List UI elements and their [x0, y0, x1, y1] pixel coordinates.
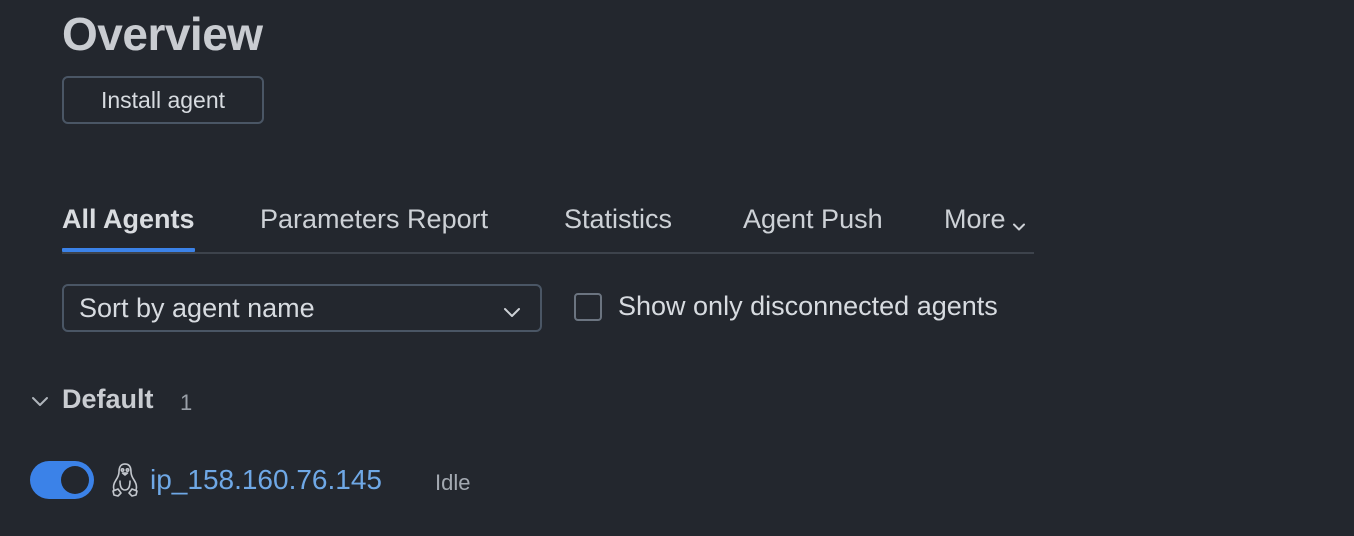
toggle-knob [61, 466, 89, 494]
tab-label: Statistics [564, 204, 673, 234]
sort-dropdown[interactable]: Sort by agent name [62, 284, 542, 332]
group-name: Default [62, 384, 154, 414]
disconnected-only-label[interactable]: Show only disconnected agents [618, 291, 998, 322]
agent-status: Idle [435, 470, 471, 495]
agent-name-link[interactable]: ip_158.160.76.145 [150, 464, 382, 496]
group-collapse-chevron-icon[interactable] [30, 392, 50, 417]
tab-bar: All Agents Parameters Report Statistics … [62, 196, 1034, 254]
tab-statistics[interactable]: Statistics [564, 196, 672, 250]
tab-more[interactable]: More [944, 196, 1026, 250]
agent-enabled-toggle[interactable] [30, 461, 94, 499]
sort-selected-value: Sort by agent name [79, 292, 315, 323]
tab-parameters-report[interactable]: Parameters Report [260, 196, 488, 250]
disconnected-only-checkbox[interactable] [574, 293, 602, 321]
tab-label: Parameters Report [260, 204, 489, 234]
tab-all-agents[interactable]: All Agents [62, 196, 195, 252]
chevron-down-icon [1012, 210, 1026, 241]
install-agent-button[interactable]: Install agent [62, 76, 264, 124]
linux-penguin-icon [110, 462, 140, 503]
tab-label: Agent Push [743, 204, 883, 234]
chevron-down-icon [502, 298, 522, 329]
page-title: Overview [62, 8, 263, 60]
tab-label: More [944, 204, 1006, 234]
overview-page: Overview Install agent All Agents Parame… [0, 0, 1354, 536]
tab-label: All Agents [62, 204, 195, 234]
tab-agent-push[interactable]: Agent Push [743, 196, 883, 250]
group-agent-count: 1 [180, 390, 193, 415]
